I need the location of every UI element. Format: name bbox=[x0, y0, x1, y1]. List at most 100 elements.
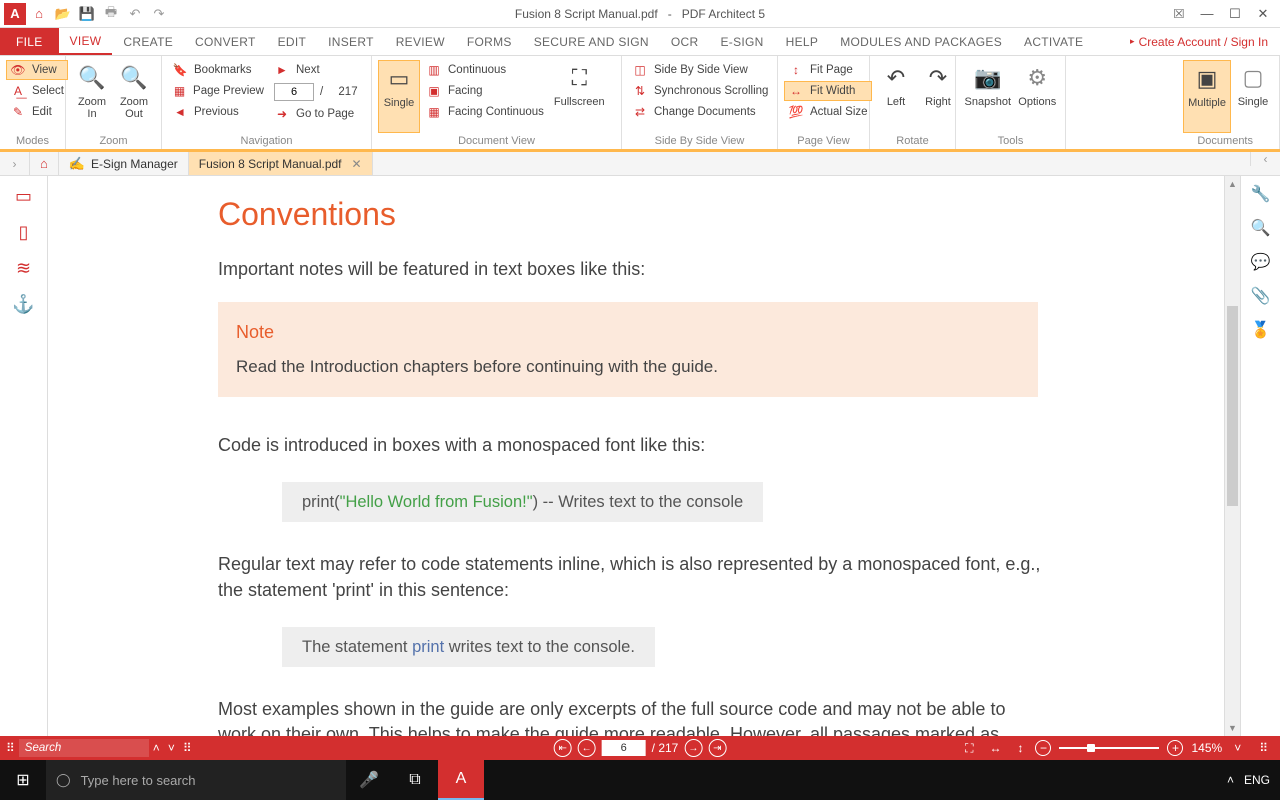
undo-icon[interactable]: ↶ bbox=[124, 3, 146, 25]
mic-icon[interactable]: 🎤 bbox=[346, 760, 392, 800]
page-input[interactable] bbox=[274, 83, 314, 101]
previous-button[interactable]: ◄Previous bbox=[168, 102, 268, 122]
single-view-button[interactable]: ▭Single bbox=[378, 60, 420, 133]
multiple-docs-button[interactable]: ▣Multiple bbox=[1183, 60, 1231, 133]
tab-activate[interactable]: ACTIVATE bbox=[1013, 28, 1094, 55]
layers-panel-icon[interactable]: ≋ bbox=[10, 256, 38, 280]
tab-esign[interactable]: E-SIGN bbox=[709, 28, 774, 55]
sync-scroll-button[interactable]: ⇅Synchronous Scrolling bbox=[628, 81, 772, 101]
tab-forms[interactable]: FORMS bbox=[456, 28, 523, 55]
bookmarks-panel-icon[interactable]: ▯ bbox=[10, 220, 38, 244]
anchors-panel-icon[interactable]: ⚓ bbox=[10, 292, 38, 316]
tab-help[interactable]: HELP bbox=[775, 28, 830, 55]
search-panel-icon[interactable]: 🔍 bbox=[1249, 216, 1273, 240]
open-icon[interactable]: 📂 bbox=[52, 3, 74, 25]
fit-width-button[interactable]: ↔Fit Width bbox=[784, 81, 872, 101]
rotate-left-button[interactable]: ↶Left bbox=[876, 60, 916, 133]
doctab-esign[interactable]: ✍E-Sign Manager bbox=[59, 152, 189, 175]
zoom-slider[interactable] bbox=[1059, 747, 1159, 749]
goto-page-button[interactable]: ➜Go to Page bbox=[270, 104, 362, 124]
fit-width-status-icon[interactable]: ↔ bbox=[985, 741, 1005, 755]
group-label-navigation: Navigation bbox=[168, 133, 365, 149]
start-button[interactable]: ⊞ bbox=[0, 760, 46, 800]
stamp-panel-icon[interactable]: 🏅 bbox=[1249, 318, 1273, 342]
app-icon[interactable]: A bbox=[4, 3, 26, 25]
zoom-out-button[interactable]: 🔍Zoom Out bbox=[114, 60, 154, 133]
tab-secure[interactable]: SECURE AND SIGN bbox=[523, 28, 660, 55]
tab-view[interactable]: VIEW bbox=[59, 28, 113, 55]
tab-convert[interactable]: CONVERT bbox=[184, 28, 267, 55]
document-view[interactable]: Conventions Important notes will be feat… bbox=[48, 176, 1240, 736]
scroll-thumb[interactable] bbox=[1227, 306, 1238, 506]
mode-view-button[interactable]: 👁View bbox=[6, 60, 68, 80]
maximize-icon[interactable]: ☐ bbox=[1222, 3, 1248, 25]
expand-left-icon[interactable]: › bbox=[0, 152, 30, 175]
bookmarks-button[interactable]: 🔖Bookmarks bbox=[168, 60, 268, 80]
options-button[interactable]: ⚙Options bbox=[1016, 60, 1060, 133]
tools-panel-icon[interactable]: 🔧 bbox=[1249, 182, 1273, 206]
tab-file[interactable]: FILE bbox=[0, 28, 59, 55]
facing-button[interactable]: ▣Facing bbox=[422, 81, 548, 101]
taskbar-search[interactable]: ◯Type here to search bbox=[46, 760, 346, 800]
last-page-icon[interactable]: ⇥ bbox=[708, 739, 726, 757]
code-box-2: The statement print writes text to the c… bbox=[282, 627, 655, 667]
zoom-out-status-icon[interactable]: − bbox=[1035, 740, 1051, 756]
thumbnails-panel-icon[interactable]: ▭ bbox=[10, 184, 38, 208]
tab-create[interactable]: CREATE bbox=[112, 28, 184, 55]
tab-review[interactable]: REVIEW bbox=[385, 28, 456, 55]
save-icon[interactable]: 💾 bbox=[76, 3, 98, 25]
fit-page-status-icon[interactable]: ↕ bbox=[1013, 741, 1027, 755]
minimize-icon[interactable]: — bbox=[1194, 3, 1220, 25]
tab-insert[interactable]: INSERT bbox=[317, 28, 385, 55]
snapshot-button[interactable]: 📷Snapshot bbox=[962, 60, 1014, 133]
prev-page-icon[interactable]: ← bbox=[578, 739, 596, 757]
fit-screen-icon[interactable]: ⛶ bbox=[961, 741, 977, 756]
fit-page-button[interactable]: ↕Fit Page bbox=[784, 60, 872, 80]
doctab-current[interactable]: Fusion 8 Script Manual.pdf✕ bbox=[189, 152, 373, 175]
attachments-panel-icon[interactable]: 📎 bbox=[1249, 284, 1273, 308]
print-icon[interactable]: 🖶 bbox=[100, 3, 122, 25]
status-search-input[interactable]: Search bbox=[19, 739, 149, 757]
expand-right-icon[interactable]: ‹ bbox=[1250, 152, 1280, 166]
scroll-down-icon[interactable]: ▼ bbox=[1225, 720, 1240, 736]
create-account-link[interactable]: Create Account / Sign In bbox=[1118, 28, 1280, 55]
single-doc-button[interactable]: ▢Single bbox=[1233, 60, 1273, 133]
search-next-icon[interactable]: ˅ bbox=[164, 741, 179, 755]
doctab-home[interactable]: ⌂ bbox=[30, 152, 59, 175]
search-options-icon[interactable]: ⠿ bbox=[179, 741, 196, 755]
actual-size-button[interactable]: 💯Actual Size bbox=[784, 102, 872, 122]
status-page-input[interactable] bbox=[602, 740, 646, 756]
redo-icon[interactable]: ↷ bbox=[148, 3, 170, 25]
facing-continuous-button[interactable]: ▦Facing Continuous bbox=[422, 102, 548, 122]
page-preview-button[interactable]: ▦Page Preview bbox=[168, 81, 268, 101]
zoom-in-button[interactable]: 🔍Zoom In bbox=[72, 60, 112, 133]
taskbar-app-icon[interactable]: A bbox=[438, 760, 484, 800]
continuous-button[interactable]: ▥Continuous bbox=[422, 60, 548, 80]
tab-ocr[interactable]: OCR bbox=[660, 28, 710, 55]
zoom-dropdown-icon[interactable]: ˅ bbox=[1230, 741, 1245, 755]
mode-edit-button[interactable]: ✎Edit bbox=[6, 102, 68, 122]
tab-edit[interactable]: EDIT bbox=[267, 28, 318, 55]
tab-modules[interactable]: MODULES AND PACKAGES bbox=[829, 28, 1013, 55]
ribbon-collapse-icon[interactable]: ⮽ bbox=[1166, 3, 1192, 25]
zoom-in-status-icon[interactable]: + bbox=[1167, 740, 1183, 756]
scroll-up-icon[interactable]: ▲ bbox=[1225, 176, 1240, 192]
next-button[interactable]: ►Next bbox=[270, 60, 362, 80]
next-page-icon[interactable]: → bbox=[684, 739, 702, 757]
tray-expand-icon[interactable]: ˄ bbox=[1227, 773, 1234, 787]
rotate-right-button[interactable]: ↷Right bbox=[918, 60, 958, 133]
home-icon[interactable]: ⌂ bbox=[28, 3, 50, 25]
first-page-icon[interactable]: ⇤ bbox=[554, 739, 572, 757]
vertical-scrollbar[interactable]: ▲ ▼ bbox=[1224, 176, 1240, 736]
comments-panel-icon[interactable]: 💬 bbox=[1249, 250, 1273, 274]
side-by-side-button[interactable]: ◫Side By Side View bbox=[628, 60, 772, 80]
close-tab-icon[interactable]: ✕ bbox=[352, 157, 362, 171]
task-view-icon[interactable]: ⧉ bbox=[392, 760, 438, 800]
fullscreen-button[interactable]: ⛶Fullscreen bbox=[550, 60, 609, 133]
search-prev-icon[interactable]: ˄ bbox=[149, 741, 164, 755]
change-docs-button[interactable]: ⇄Change Documents bbox=[628, 102, 772, 122]
close-icon[interactable]: ✕ bbox=[1250, 3, 1276, 25]
mode-select-button[interactable]: A͟Select bbox=[6, 81, 68, 101]
zoom-percent[interactable]: 145% bbox=[1191, 741, 1222, 755]
tray-lang[interactable]: ENG bbox=[1244, 773, 1270, 787]
